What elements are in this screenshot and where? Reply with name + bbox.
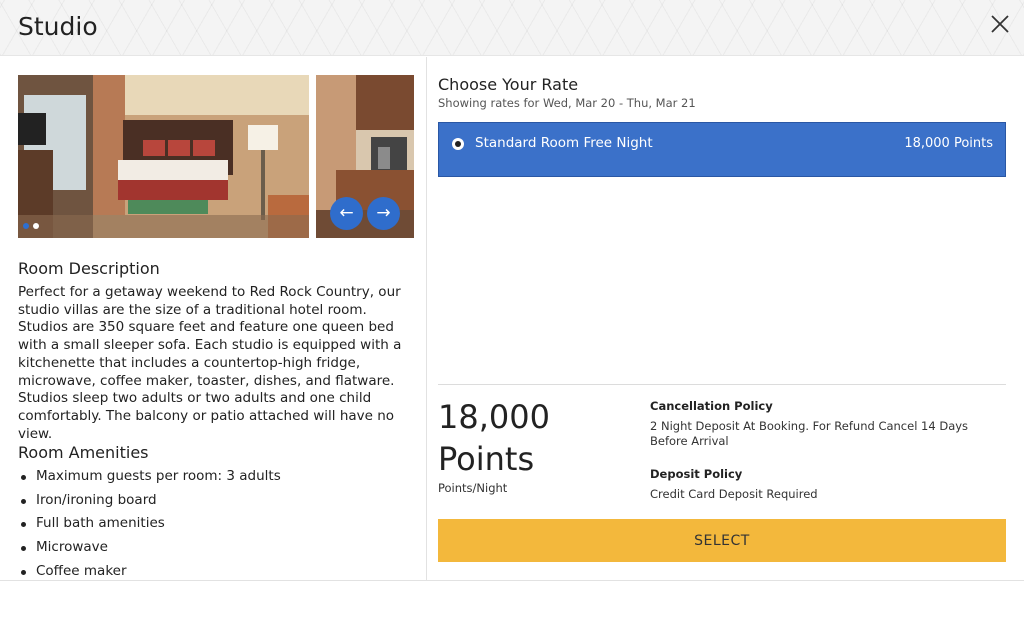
amenity-item: Microwave [18, 536, 414, 560]
amenity-item: Coffee maker [18, 560, 414, 580]
modal-title: Studio [18, 12, 98, 41]
amenities-list: Maximum guests per room: 3 adults Iron/i… [18, 465, 414, 580]
rate-option-standard-room[interactable]: Standard Room Free Night 18,000 Points [438, 122, 1006, 177]
close-button[interactable] [984, 8, 1016, 40]
select-button[interactable]: SELECT [438, 519, 1006, 562]
room-amenities-heading: Room Amenities [18, 443, 149, 462]
gallery-prev-button[interactable]: ← [330, 197, 363, 230]
photo-gallery[interactable]: ← → [18, 75, 414, 238]
rate-radio-selected[interactable] [452, 138, 464, 150]
cancellation-policy-text: 2 Night Deposit At Booking. For Refund C… [650, 419, 969, 448]
choose-rate-heading: Choose Your Rate [438, 75, 579, 94]
price-currency: Points [438, 440, 535, 478]
gallery-dot-active[interactable] [23, 223, 29, 229]
cancellation-policy-heading: Cancellation Policy [650, 399, 773, 413]
room-photo-bedroom [18, 75, 309, 238]
amenity-item: Full bath amenities [18, 512, 414, 536]
gallery-next-button[interactable]: → [367, 197, 400, 230]
rate-dates: Showing rates for Wed, Mar 20 - Thu, Mar… [438, 96, 696, 110]
room-description-heading: Room Description [18, 259, 160, 278]
section-divider [438, 384, 1006, 385]
gallery-dot[interactable] [33, 223, 39, 229]
deposit-policy-heading: Deposit Policy [650, 467, 743, 481]
rate-option-name: Standard Room Free Night [475, 135, 653, 151]
amenity-item: Maximum guests per room: 3 adults [18, 465, 414, 489]
amenity-item: Iron/ironing board [18, 489, 414, 513]
footer-divider [0, 580, 1024, 581]
room-details-panel: ← → Room Description Perfect for a getaw… [0, 57, 427, 580]
rate-option-price: 18,000 Points [904, 136, 993, 151]
room-description-text: Perfect for a getaway weekend to Red Roc… [18, 284, 402, 442]
modal-header: Studio [0, 0, 1024, 56]
price-amount: 18,000 [438, 398, 550, 436]
deposit-policy-text: Credit Card Deposit Required [650, 487, 818, 501]
close-icon [991, 15, 1009, 33]
price-unit: Points/Night [438, 481, 508, 495]
gallery-pagination [23, 223, 39, 229]
